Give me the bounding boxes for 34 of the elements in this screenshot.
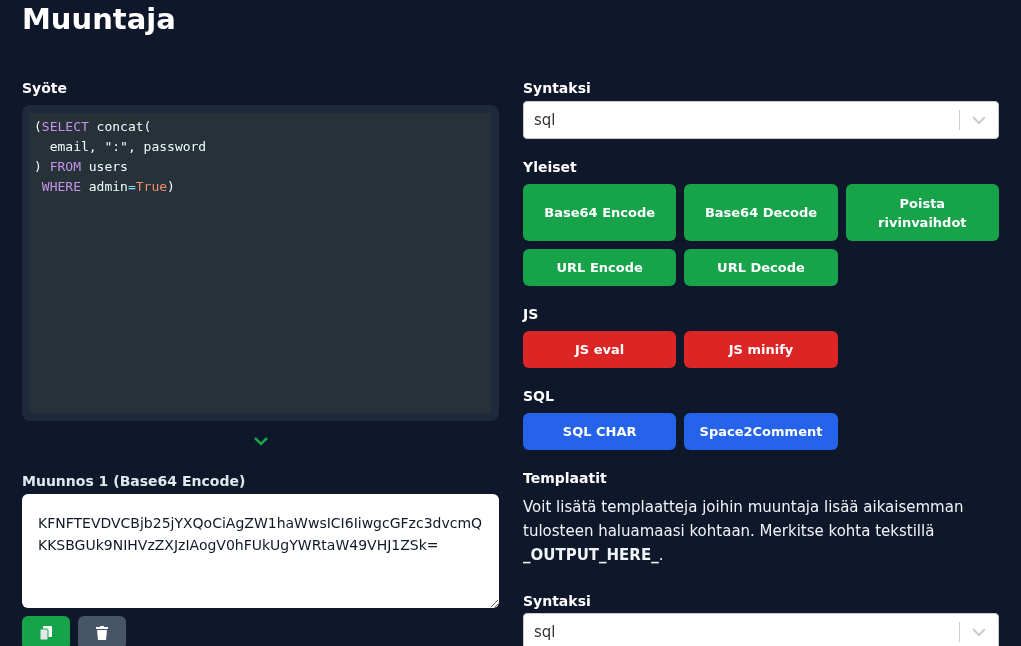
section-heading: SQL	[523, 387, 555, 406]
templates-description: Voit lisätä templaatteja joihin muuntaja lisää aikaisemman tulosteen haluamaasi kohtaan. Merkitse kohta tekstillä _OUTPUT_HERE_.	[523, 497, 965, 566]
syntax-select[interactable]: sql	[523, 613, 999, 646]
action-button[interactable]: Base64 Encode	[523, 184, 677, 241]
copy-icon	[40, 626, 52, 640]
page-title: Muuntaja	[22, 1, 177, 38]
code-line: WHERE admin=True)	[40, 178, 175, 196]
code-editor[interactable]: (SELECT concat( email, ":", password ) FROM users WHERE admin=True)	[22, 105, 499, 421]
section-heading: Yleiset	[523, 158, 578, 177]
code-line: (SELECT concat(	[34, 118, 152, 136]
action-button[interactable]: URL Encode	[523, 249, 677, 286]
section-heading: JS	[523, 305, 540, 324]
field-label: Syöte	[22, 79, 68, 98]
action-button[interactable]: Poista rivinvaihdot	[845, 184, 999, 241]
output-textarea[interactable]: KFNFTEVDVCBjb25jYXQoCiAgZW1haWwsICI6IiwgcGFzc3dvcmQKKSBGUk9NIHVzZXJzIAogV0hFUkUgYWRtaW49VHJ1ZSk=	[22, 494, 499, 608]
trash-icon	[96, 626, 108, 640]
action-button[interactable]: JS eval	[523, 331, 677, 368]
code-line: ) FROM users	[34, 158, 128, 176]
copy-button[interactable]	[22, 616, 70, 646]
field-label: Muunnos 1 (Base64 Encode)	[22, 472, 247, 491]
field-label: Syntaksi	[523, 79, 592, 98]
action-button[interactable]: Space2Comment	[684, 413, 838, 450]
chevron-down-icon	[253, 437, 268, 446]
action-button[interactable]: URL Decode	[684, 249, 838, 286]
action-button[interactable]: Base64 Decode	[684, 184, 838, 241]
chevron-down-icon	[972, 627, 986, 637]
action-button[interactable]: JS minify	[684, 331, 838, 368]
action-button[interactable]: SQL CHAR	[523, 413, 677, 450]
code-line: email, ":", password	[48, 138, 207, 156]
field-label: Syntaksi	[523, 592, 592, 611]
chevron-down-icon	[972, 115, 986, 125]
section-heading: Templaatit	[523, 469, 608, 488]
delete-button[interactable]	[78, 616, 126, 646]
syntax-select[interactable]: sql	[523, 101, 999, 139]
